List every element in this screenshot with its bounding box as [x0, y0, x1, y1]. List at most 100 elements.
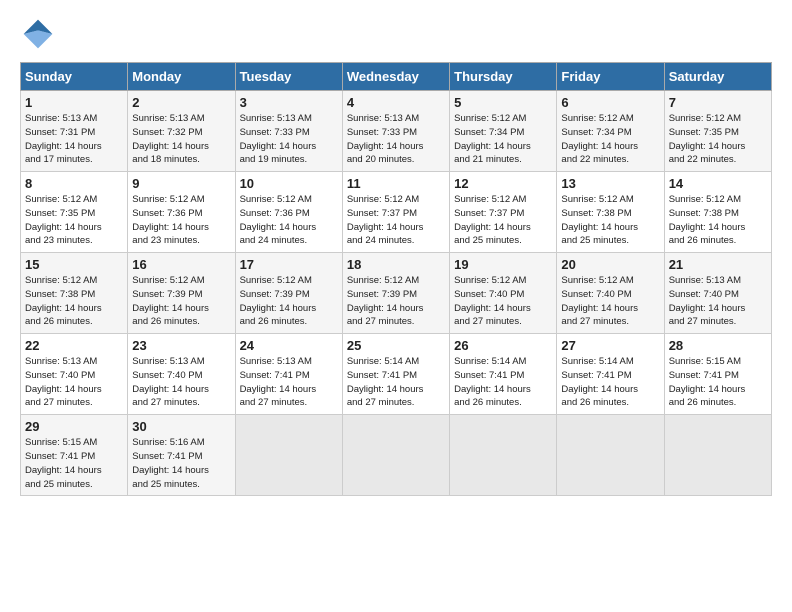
day-number: 28: [669, 338, 767, 353]
day-number: 30: [132, 419, 230, 434]
week-row-2: 8Sunrise: 5:12 AMSunset: 7:35 PMDaylight…: [21, 172, 772, 253]
header: [20, 16, 772, 52]
day-info: Sunrise: 5:13 AMSunset: 7:40 PMDaylight:…: [669, 275, 746, 327]
day-info: Sunrise: 5:13 AMSunset: 7:33 PMDaylight:…: [240, 113, 317, 165]
calendar-cell: 9 Sunrise: 5:12 AMSunset: 7:36 PMDaylight…: [128, 172, 235, 253]
day-number: 19: [454, 257, 552, 272]
calendar-cell: 19 Sunrise: 5:12 AMSunset: 7:40 PMDayligh…: [450, 253, 557, 334]
day-info: Sunrise: 5:12 AMSunset: 7:39 PMDaylight:…: [132, 275, 209, 327]
calendar-cell: 1 Sunrise: 5:13 AMSunset: 7:31 PMDaylight…: [21, 91, 128, 172]
day-number: 4: [347, 95, 445, 110]
weekday-header-monday: Monday: [128, 63, 235, 91]
calendar-cell: 20Sunrise: 5:12 AMSunset: 7:40 PMDayligh…: [557, 253, 664, 334]
day-number: 16: [132, 257, 230, 272]
day-info: Sunrise: 5:13 AMSunset: 7:41 PMDaylight:…: [240, 356, 317, 408]
calendar-cell: [342, 415, 449, 496]
day-info: Sunrise: 5:12 AMSunset: 7:35 PMDaylight:…: [25, 194, 102, 246]
weekday-header-thursday: Thursday: [450, 63, 557, 91]
day-info: Sunrise: 5:12 AMSunset: 7:38 PMDaylight:…: [561, 194, 638, 246]
week-row-5: 29 Sunrise: 5:15 AMSunset: 7:41 PMDayligh…: [21, 415, 772, 496]
week-row-3: 15 Sunrise: 5:12 AMSunset: 7:38 PMDayligh…: [21, 253, 772, 334]
calendar-cell: 13 Sunrise: 5:12 AMSunset: 7:38 PMDayligh…: [557, 172, 664, 253]
day-info: Sunrise: 5:12 AMSunset: 7:40 PMDaylight:…: [454, 275, 531, 327]
logo-icon: [20, 16, 56, 52]
calendar-cell: 29 Sunrise: 5:15 AMSunset: 7:41 PMDayligh…: [21, 415, 128, 496]
day-info: Sunrise: 5:12 AMSunset: 7:39 PMDaylight:…: [240, 275, 317, 327]
day-number: 6: [561, 95, 659, 110]
day-number: 18: [347, 257, 445, 272]
day-info: Sunrise: 5:13 AMSunset: 7:32 PMDaylight:…: [132, 113, 209, 165]
day-number: 14: [669, 176, 767, 191]
weekday-header-saturday: Saturday: [664, 63, 771, 91]
calendar-cell: 3 Sunrise: 5:13 AMSunset: 7:33 PMDaylight…: [235, 91, 342, 172]
day-number: 26: [454, 338, 552, 353]
day-number: 11: [347, 176, 445, 191]
day-info: Sunrise: 5:12 AMSunset: 7:36 PMDaylight:…: [132, 194, 209, 246]
day-info: Sunrise: 5:12 AMSunset: 7:34 PMDaylight:…: [561, 113, 638, 165]
day-number: 25: [347, 338, 445, 353]
day-info: Sunrise: 5:15 AMSunset: 7:41 PMDaylight:…: [25, 437, 102, 489]
calendar-cell: [235, 415, 342, 496]
calendar-cell: 22 Sunrise: 5:13 AMSunset: 7:40 PMDayligh…: [21, 334, 128, 415]
day-info: Sunrise: 5:13 AMSunset: 7:40 PMDaylight:…: [25, 356, 102, 408]
day-info: Sunrise: 5:16 AMSunset: 7:41 PMDaylight:…: [132, 437, 209, 489]
day-info: Sunrise: 5:13 AMSunset: 7:40 PMDaylight:…: [132, 356, 209, 408]
calendar-cell: 30 Sunrise: 5:16 AMSunset: 7:41 PMDayligh…: [128, 415, 235, 496]
day-info: Sunrise: 5:13 AMSunset: 7:31 PMDaylight:…: [25, 113, 102, 165]
day-number: 3: [240, 95, 338, 110]
day-info: Sunrise: 5:12 AMSunset: 7:35 PMDaylight:…: [669, 113, 746, 165]
day-info: Sunrise: 5:12 AMSunset: 7:37 PMDaylight:…: [347, 194, 424, 246]
calendar-cell: 28 Sunrise: 5:15 AMSunset: 7:41 PMDayligh…: [664, 334, 771, 415]
day-info: Sunrise: 5:15 AMSunset: 7:41 PMDaylight:…: [669, 356, 746, 408]
day-number: 22: [25, 338, 123, 353]
day-info: Sunrise: 5:14 AMSunset: 7:41 PMDaylight:…: [561, 356, 638, 408]
calendar-cell: 18 Sunrise: 5:12 AMSunset: 7:39 PMDayligh…: [342, 253, 449, 334]
day-info: Sunrise: 5:12 AMSunset: 7:34 PMDaylight:…: [454, 113, 531, 165]
calendar-cell: 12Sunrise: 5:12 AMSunset: 7:37 PMDayligh…: [450, 172, 557, 253]
calendar-cell: 15 Sunrise: 5:12 AMSunset: 7:38 PMDayligh…: [21, 253, 128, 334]
calendar-cell: 21 Sunrise: 5:13 AMSunset: 7:40 PMDayligh…: [664, 253, 771, 334]
day-info: Sunrise: 5:12 AMSunset: 7:36 PMDaylight:…: [240, 194, 317, 246]
calendar-cell: [557, 415, 664, 496]
calendar-cell: 2Sunrise: 5:13 AMSunset: 7:32 PMDaylight…: [128, 91, 235, 172]
day-number: 24: [240, 338, 338, 353]
weekday-header-row: SundayMondayTuesdayWednesdayThursdayFrid…: [21, 63, 772, 91]
calendar-cell: 14Sunrise: 5:12 AMSunset: 7:38 PMDayligh…: [664, 172, 771, 253]
calendar-cell: 26Sunrise: 5:14 AMSunset: 7:41 PMDayligh…: [450, 334, 557, 415]
calendar-cell: 8Sunrise: 5:12 AMSunset: 7:35 PMDaylight…: [21, 172, 128, 253]
day-number: 13: [561, 176, 659, 191]
day-number: 1: [25, 95, 123, 110]
page: SundayMondayTuesdayWednesdayThursdayFrid…: [0, 0, 792, 516]
calendar-cell: 23 Sunrise: 5:13 AMSunset: 7:40 PMDayligh…: [128, 334, 235, 415]
day-info: Sunrise: 5:13 AMSunset: 7:33 PMDaylight:…: [347, 113, 424, 165]
day-info: Sunrise: 5:12 AMSunset: 7:38 PMDaylight:…: [25, 275, 102, 327]
weekday-header-friday: Friday: [557, 63, 664, 91]
day-number: 29: [25, 419, 123, 434]
day-number: 27: [561, 338, 659, 353]
day-number: 20: [561, 257, 659, 272]
calendar-cell: 7Sunrise: 5:12 AMSunset: 7:35 PMDaylight…: [664, 91, 771, 172]
calendar-cell: 6 Sunrise: 5:12 AMSunset: 7:34 PMDaylight…: [557, 91, 664, 172]
calendar-cell: 16 Sunrise: 5:12 AMSunset: 7:39 PMDayligh…: [128, 253, 235, 334]
calendar-cell: 25 Sunrise: 5:14 AMSunset: 7:41 PMDayligh…: [342, 334, 449, 415]
day-number: 23: [132, 338, 230, 353]
day-info: Sunrise: 5:12 AMSunset: 7:39 PMDaylight:…: [347, 275, 424, 327]
calendar-cell: 17 Sunrise: 5:12 AMSunset: 7:39 PMDayligh…: [235, 253, 342, 334]
calendar-cell: [664, 415, 771, 496]
weekday-header-tuesday: Tuesday: [235, 63, 342, 91]
day-number: 9: [132, 176, 230, 191]
calendar-cell: 11 Sunrise: 5:12 AMSunset: 7:37 PMDayligh…: [342, 172, 449, 253]
weekday-header-sunday: Sunday: [21, 63, 128, 91]
logo: [20, 16, 60, 52]
week-row-1: 1 Sunrise: 5:13 AMSunset: 7:31 PMDaylight…: [21, 91, 772, 172]
week-row-4: 22 Sunrise: 5:13 AMSunset: 7:40 PMDayligh…: [21, 334, 772, 415]
day-number: 5: [454, 95, 552, 110]
day-number: 17: [240, 257, 338, 272]
calendar-cell: 24 Sunrise: 5:13 AMSunset: 7:41 PMDayligh…: [235, 334, 342, 415]
calendar-cell: [450, 415, 557, 496]
day-info: Sunrise: 5:14 AMSunset: 7:41 PMDaylight:…: [347, 356, 424, 408]
calendar-cell: 4 Sunrise: 5:13 AMSunset: 7:33 PMDaylight…: [342, 91, 449, 172]
day-number: 15: [25, 257, 123, 272]
calendar-cell: 27 Sunrise: 5:14 AMSunset: 7:41 PMDayligh…: [557, 334, 664, 415]
day-number: 21: [669, 257, 767, 272]
